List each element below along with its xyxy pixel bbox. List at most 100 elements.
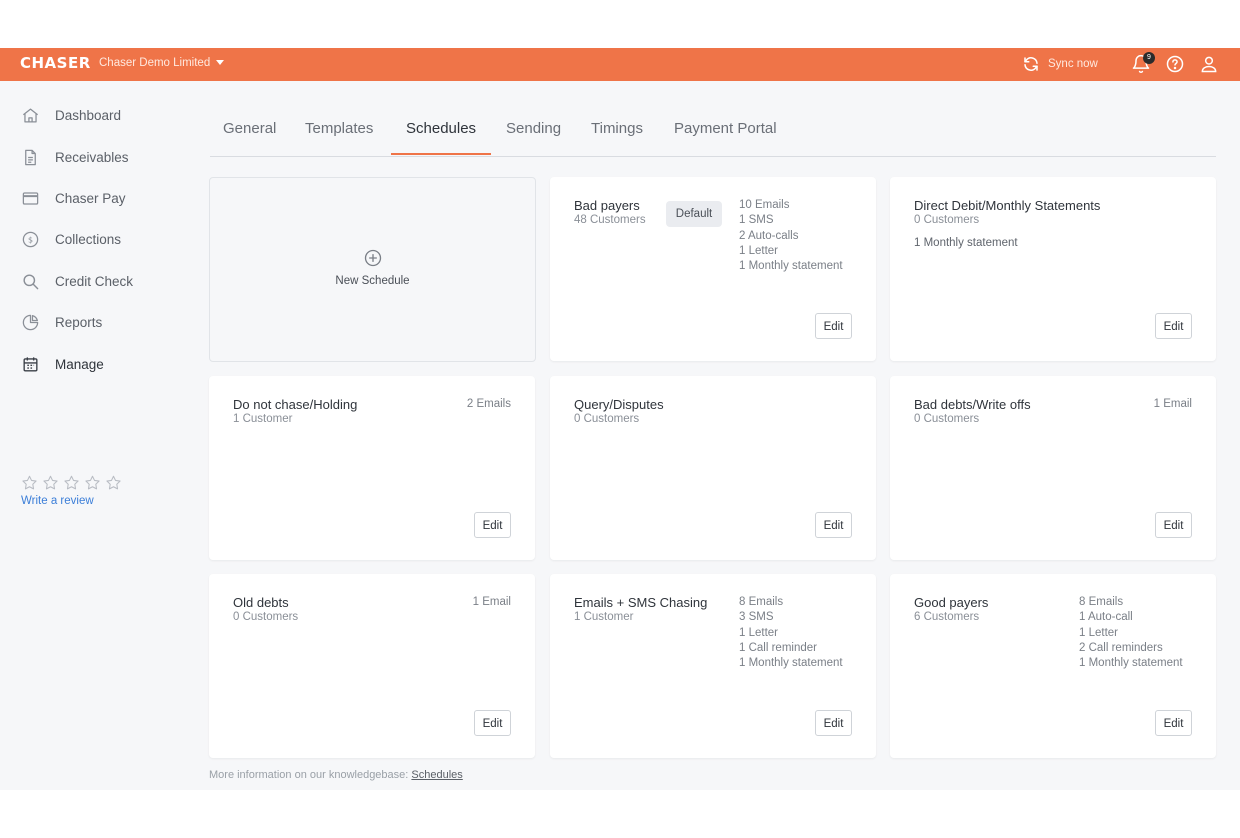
sidebar-item-label: Dashboard <box>55 107 122 123</box>
home-icon <box>22 108 39 122</box>
edit-button[interactable]: Edit <box>815 512 852 538</box>
schedule-customers: 6 Customers <box>914 611 980 623</box>
stat-line: 1 Monthly statement <box>1079 657 1183 670</box>
edit-button[interactable]: Edit <box>815 313 852 339</box>
sidebar-item-manage[interactable]: Manage <box>21 353 104 375</box>
stat-line: 1 Monthly statement <box>739 260 843 273</box>
schedules-knowledgebase-link[interactable]: Schedules <box>411 769 462 781</box>
tab-schedules[interactable]: Schedules <box>406 120 476 137</box>
schedule-stats: 1 Email <box>473 595 511 610</box>
user-icon[interactable] <box>1199 54 1219 74</box>
tab-templates[interactable]: Templates <box>305 120 373 137</box>
schedule-card: Old debts 0 Customers 1 Email Edit <box>209 574 535 758</box>
knowledgebase-note: More information on our knowledgebase: S… <box>209 769 463 781</box>
edit-button[interactable]: Edit <box>815 710 852 736</box>
active-tab-indicator <box>391 153 491 155</box>
stat-line: 1 Letter <box>739 626 778 639</box>
sidebar-item-dashboard[interactable]: Dashboard <box>21 104 121 126</box>
sidebar-item-reports[interactable]: Reports <box>21 311 102 333</box>
new-schedule-card[interactable]: New Schedule <box>209 177 536 362</box>
sidebar-item-collections[interactable]: $ Collections <box>21 228 121 250</box>
star-icon[interactable] <box>104 474 123 492</box>
schedule-stats: 2 Emails <box>467 397 511 412</box>
help-icon[interactable] <box>1165 54 1185 74</box>
schedule-title: Do not chase/Holding <box>233 397 358 412</box>
edit-button[interactable]: Edit <box>474 512 511 538</box>
edit-button[interactable]: Edit <box>1155 313 1192 339</box>
stat-line: 1 Letter <box>739 244 778 257</box>
pie-chart-icon <box>22 314 39 330</box>
tab-sending[interactable]: Sending <box>506 120 561 137</box>
top-bar: CHASER Chaser Demo Limited Sync now 9 <box>0 48 1240 81</box>
schedule-title: Direct Debit/Monthly Statements <box>914 198 1101 213</box>
sidebar: Dashboard Receivables Chaser Pay $ Colle… <box>0 81 190 790</box>
stat-line: 8 Emails <box>739 596 784 608</box>
schedule-customers: 48 Customers <box>574 214 646 226</box>
schedule-stats: 10 Emails 1 SMS 2 Auto-calls 1 Letter 1 … <box>739 198 843 274</box>
schedule-customers: 0 Customers <box>914 413 980 425</box>
schedule-card: Good payers 6 Customers 8 Emails 1 Auto-… <box>890 574 1216 758</box>
stat-line: 1 Call reminder <box>739 641 817 654</box>
star-icon[interactable] <box>41 474 60 492</box>
plus-circle-icon <box>364 249 381 267</box>
sync-now-button[interactable]: Sync now <box>1022 55 1098 73</box>
stat-line: 3 SMS <box>739 611 774 624</box>
schedule-card: Do not chase/Holding 1 Customer 2 Emails… <box>209 376 535 560</box>
sidebar-item-label: Chaser Pay <box>55 190 126 206</box>
stat-line: 2 Auto-calls <box>739 229 799 242</box>
schedule-title: Old debts <box>233 595 289 610</box>
sidebar-item-label: Reports <box>55 314 103 330</box>
stat-line: 1 Email <box>1153 398 1192 410</box>
sidebar-item-label: Credit Check <box>55 273 134 289</box>
schedule-customers: 1 Customer <box>574 611 634 623</box>
chaser-logo[interactable]: CHASER <box>20 54 91 72</box>
stat-line: 2 Emails <box>466 398 511 410</box>
stat-line: 1 Monthly statement <box>739 657 843 670</box>
star-icon[interactable] <box>83 474 102 492</box>
schedule-title: Bad debts/Write offs <box>914 397 1031 412</box>
tab-payment-portal[interactable]: Payment Portal <box>674 120 777 137</box>
knowledgebase-text: More information on our knowledgebase: <box>209 769 409 781</box>
sidebar-item-receivables[interactable]: Receivables <box>21 146 129 168</box>
dollar-circle-icon: $ <box>22 231 39 247</box>
schedule-customers: 0 Customers <box>233 611 299 623</box>
star-icon[interactable] <box>20 474 39 492</box>
sidebar-item-credit-check[interactable]: Credit Check <box>21 270 133 292</box>
stat-line: 1 Email <box>472 596 511 608</box>
write-review-link[interactable]: Write a review <box>21 495 94 507</box>
schedule-stats: 1 Email <box>1154 397 1192 412</box>
schedule-stats: 8 Emails 3 SMS 1 Letter 1 Call reminder … <box>739 595 843 671</box>
edit-button[interactable]: Edit <box>474 710 511 736</box>
stat-line: 1 SMS <box>739 214 774 227</box>
document-icon <box>25 149 36 165</box>
schedule-customers: 0 Customers <box>914 214 980 226</box>
sync-icon <box>1024 57 1038 71</box>
sidebar-item-chaser-pay[interactable]: Chaser Pay <box>21 187 126 209</box>
sidebar-item-label: Receivables <box>55 149 129 165</box>
stat-line: 1 Letter <box>1079 626 1118 639</box>
sync-label: Sync now <box>1048 58 1098 70</box>
org-name: Chaser Demo Limited <box>99 57 211 69</box>
rating-stars[interactable] <box>20 474 123 492</box>
stat-line: 1 Auto-call <box>1079 611 1133 624</box>
caret-down-icon <box>216 60 225 66</box>
schedule-card: Query/Disputes 0 Customers Edit <box>550 376 876 560</box>
calendar-icon <box>23 356 38 372</box>
star-icon[interactable] <box>62 474 81 492</box>
notification-count-badge: 9 <box>1143 52 1155 64</box>
new-schedule-label: New Schedule <box>335 275 410 287</box>
tab-general[interactable]: General <box>223 120 276 137</box>
tab-timings[interactable]: Timings <box>591 120 643 137</box>
credit-card-icon <box>22 191 39 205</box>
settings-tabs: General Templates Schedules Sending Timi… <box>210 107 1216 157</box>
schedule-title: Good payers <box>914 595 989 610</box>
sidebar-item-label: Collections <box>55 231 122 247</box>
org-switcher[interactable]: Chaser Demo Limited <box>99 57 225 69</box>
schedule-title: Emails + SMS Chasing <box>574 595 708 610</box>
schedule-title: Bad payers <box>574 198 640 213</box>
stat-line: 2 Call reminders <box>1079 641 1163 654</box>
edit-button[interactable]: Edit <box>1155 710 1192 736</box>
schedule-card: Bad debts/Write offs 0 Customers 1 Email… <box>890 376 1216 560</box>
edit-button[interactable]: Edit <box>1155 512 1192 538</box>
schedule-card: Emails + SMS Chasing 1 Customer 8 Emails… <box>550 574 876 758</box>
